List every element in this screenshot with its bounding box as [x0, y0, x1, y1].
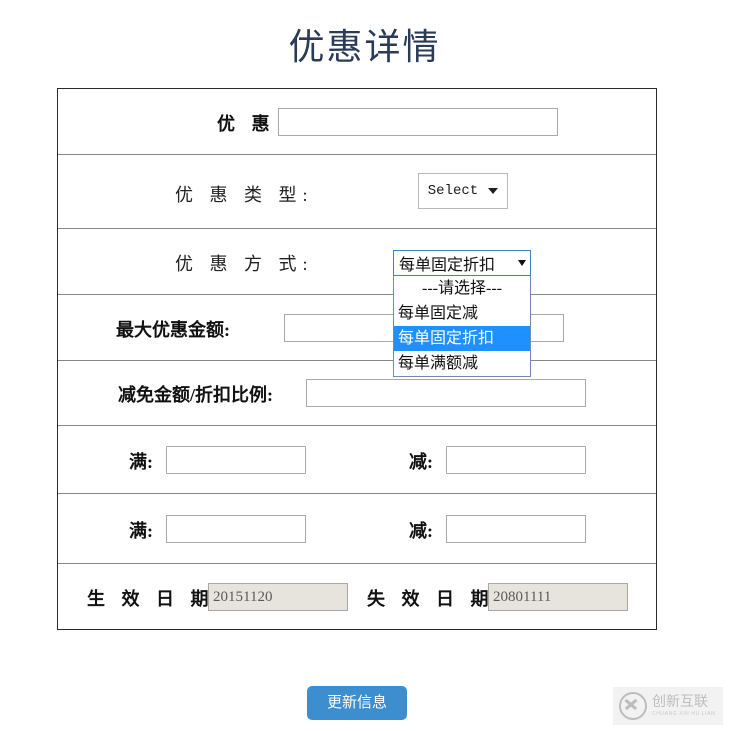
label-max-discount-amount: 最大优惠金额: — [116, 320, 230, 340]
select-option-threshold-reduce[interactable]: 每单满额减 — [394, 351, 530, 376]
watermark-cn: 创新互联 — [652, 694, 708, 710]
label-effective-date: 生 效 日 期: — [87, 589, 227, 609]
label-discount-value: 减免金额/折扣比例: — [118, 385, 273, 405]
select-coupon-type[interactable]: Select — [418, 173, 508, 209]
chevron-down-icon — [488, 188, 499, 194]
input-threshold-1-full[interactable] — [166, 446, 306, 474]
label-coupon-type: 优 惠 类 型: — [175, 185, 314, 205]
form-row-max-discount-amount: 最大优惠金额: — [58, 295, 656, 361]
select-coupon-type-value: Select — [427, 183, 479, 199]
input-threshold-1-reduce[interactable] — [446, 446, 586, 474]
chevron-down-icon — [518, 260, 526, 266]
label-threshold-1-reduce: 减: — [409, 452, 433, 472]
label-coupon-mode: 优 惠 方 式: — [175, 254, 314, 274]
input-effective-date[interactable] — [208, 583, 348, 611]
form-row-discount-value: 减免金额/折扣比例: — [58, 361, 656, 426]
watermark-text: 创新互联 CHUANG XIN HU LIAN — [652, 694, 716, 717]
select-option-placeholder[interactable]: ---请选择--- — [394, 276, 530, 301]
page-title: 优惠详情 — [288, 27, 441, 67]
watermark-en: CHUANG XIN HU LIAN — [652, 710, 716, 717]
select-coupon-mode-value: 每单固定折扣 — [399, 257, 496, 274]
watermark: 创新互联 CHUANG XIN HU LIAN — [613, 687, 723, 725]
input-discount-value[interactable] — [306, 379, 586, 407]
input-expiry-date[interactable] — [488, 583, 628, 611]
circle-x-logo-icon — [619, 692, 647, 720]
label-threshold-1-full: 满: — [129, 452, 153, 472]
select-coupon-mode-head[interactable]: 每单固定折扣 — [393, 250, 531, 276]
update-info-button[interactable]: 更新信息 — [307, 686, 407, 720]
select-coupon-mode-options: ---请选择--- 每单固定减 每单固定折扣 每单满额减 — [393, 276, 531, 377]
input-coupon-name[interactable] — [278, 108, 558, 136]
label-expiry-date: 失 效 日 期: — [367, 589, 507, 609]
label-threshold-2-full: 满: — [129, 521, 153, 541]
label-threshold-2-reduce: 减: — [409, 521, 433, 541]
form-row-coupon-mode: 优 惠 方 式: — [58, 229, 656, 295]
select-option-fixed-discount[interactable]: 每单固定折扣 — [394, 326, 530, 351]
form-row-coupon-name: 优 惠 名 称: — [58, 89, 656, 155]
select-coupon-mode[interactable]: 每单固定折扣 ---请选择--- 每单固定减 每单固定折扣 每单满额减 — [393, 250, 531, 377]
select-option-fixed-reduce[interactable]: 每单固定减 — [394, 301, 530, 326]
form-row-threshold-2: 满: 减: — [58, 494, 656, 564]
form-row-dates: 生 效 日 期: 失 效 日 期: — [58, 564, 656, 629]
form-row-threshold-1: 满: 减: — [58, 426, 656, 494]
input-threshold-2-reduce[interactable] — [446, 515, 586, 543]
input-threshold-2-full[interactable] — [166, 515, 306, 543]
coupon-detail-form: 优 惠 名 称: 优 惠 类 型: Select 优 惠 方 式: 最大优惠金额… — [57, 88, 657, 630]
form-row-coupon-type: 优 惠 类 型: Select — [58, 155, 656, 229]
